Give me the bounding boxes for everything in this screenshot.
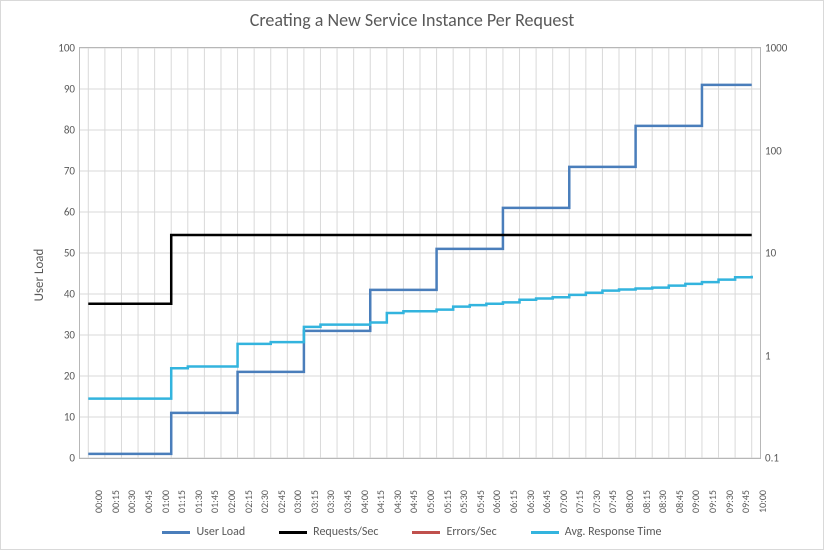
x-tick-label: 09:45 [739,490,752,513]
legend-label: Avg. Response Time [565,525,662,539]
x-tick-label: 01:00 [159,490,172,513]
x-tick-label: 08:15 [640,490,653,513]
legend-item-requests-sec: Requests/Sec [279,525,378,539]
x-tick-label: 03:00 [291,490,304,513]
y-tick-label: 30 [49,329,75,342]
y-tick-label: 40 [49,288,75,301]
x-tick-label: 03:45 [341,490,354,513]
y-tick-label: 20 [49,370,75,383]
x-tick-label: 00:15 [109,490,122,513]
x-tick-label: 08:30 [656,490,669,513]
x-tick-label: 00:00 [92,490,105,513]
x-tick-label: 00:30 [125,490,138,513]
x-tick-label: 05:00 [424,490,437,513]
y2-tick-label: 1000 [765,42,787,55]
legend-item-avg-response-time: Avg. Response Time [531,525,662,539]
legend-label: User Load [196,525,245,539]
y2-tick-label: 10 [765,247,787,260]
x-tick-label: 01:15 [175,490,188,513]
x-tick-label: 05:45 [474,490,487,513]
x-tick-label: 02:00 [225,490,238,513]
x-tick-label: 09:30 [723,490,736,513]
y2-tick-label: 0.1 [765,452,787,465]
legend: User Load Requests/Sec Errors/Sec Avg. R… [1,525,823,539]
y-axis-label: User Load [32,249,47,302]
x-tick-label: 06:30 [524,490,537,513]
swatch-icon [279,531,307,534]
y-tick-label: 50 [49,247,75,260]
y-tick-label: 70 [49,165,75,178]
x-tick-label: 08:00 [623,490,636,513]
y2-tick-label: 1 [765,349,787,362]
x-tick-label: 04:00 [358,490,371,513]
x-tick-label: 05:30 [457,490,470,513]
x-tick-label: 00:45 [142,490,155,513]
legend-item-errors-sec: Errors/Sec [412,525,496,539]
swatch-icon [162,531,190,534]
x-tick-label: 02:15 [242,490,255,513]
x-tick-label: 04:15 [374,490,387,513]
y-tick-label: 100 [49,42,75,55]
x-tick-label: 08:45 [673,490,686,513]
x-tick-label: 07:15 [573,490,586,513]
x-tick-label: 05:15 [441,490,454,513]
legend-label: Errors/Sec [446,525,496,539]
chart-container: Creating a New Service Instance Per Requ… [0,0,824,550]
y-tick-label: 10 [49,411,75,424]
x-tick-label: 04:45 [407,490,420,513]
x-tick-label: 01:45 [208,490,221,513]
x-tick-label: 07:45 [606,490,619,513]
x-tick-label: 06:00 [490,490,503,513]
y-tick-label: 80 [49,124,75,137]
legend-label: Requests/Sec [313,525,378,539]
x-tick-label: 09:00 [689,490,702,513]
x-tick-label: 10:00 [756,490,769,513]
x-tick-label: 07:00 [557,490,570,513]
x-tick-label: 06:45 [540,490,553,513]
chart-title: Creating a New Service Instance Per Requ… [1,9,823,31]
plot-svg [80,48,760,458]
swatch-icon [412,531,440,534]
y-tick-label: 0 [49,452,75,465]
y-tick-label: 60 [49,206,75,219]
y-tick-label: 90 [49,83,75,96]
x-tick-label: 07:30 [590,490,603,513]
x-tick-label: 06:15 [507,490,520,513]
x-tick-label: 04:30 [391,490,404,513]
y2-tick-label: 100 [765,144,787,157]
x-tick-label: 01:30 [192,490,205,513]
x-tick-label: 03:30 [324,490,337,513]
x-tick-label: 09:15 [706,490,719,513]
plot-area [79,47,761,459]
x-tick-label: 02:45 [275,490,288,513]
swatch-icon [531,531,559,534]
x-tick-label: 02:30 [258,490,271,513]
legend-item-user-load: User Load [162,525,245,539]
x-tick-label: 03:15 [308,490,321,513]
